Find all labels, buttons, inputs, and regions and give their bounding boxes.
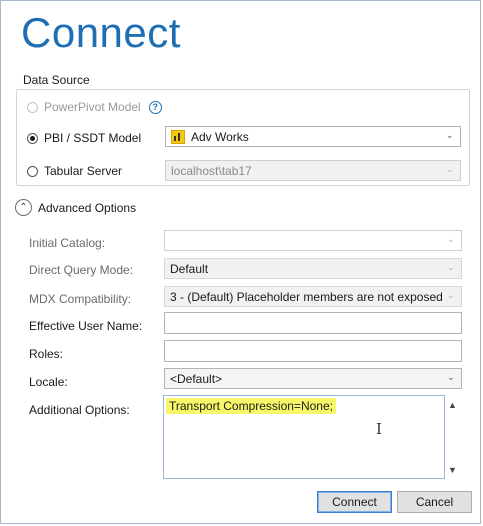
- scroll-down-arrow-icon[interactable]: ▼: [448, 465, 457, 475]
- effective-user-name-input[interactable]: [164, 312, 462, 334]
- data-source-group-label: Data Source: [23, 73, 90, 87]
- tabular-server-combo[interactable]: localhost\tab17 ⌄: [165, 160, 461, 181]
- radio-button[interactable]: [27, 165, 38, 177]
- locale-value: <Default>: [170, 371, 223, 386]
- connect-button[interactable]: Connect: [317, 491, 392, 513]
- chevron-down-icon[interactable]: ⌄: [446, 131, 454, 140]
- chevron-down-icon[interactable]: ⌄: [447, 263, 455, 272]
- connect-dialog: Connect Data Source PowerPivot Model ? P…: [0, 0, 481, 524]
- advanced-options-toggle[interactable]: ⌃ Advanced Options: [15, 199, 136, 216]
- mdx-compatibility-combo[interactable]: 3 - (Default) Placeholder members are no…: [164, 286, 462, 307]
- direct-query-mode-label: Direct Query Mode:: [29, 263, 134, 277]
- direct-query-mode-combo[interactable]: Default ⌄: [164, 258, 462, 279]
- dialog-title: Connect: [21, 9, 181, 56]
- chevron-up-icon[interactable]: ⌃: [15, 199, 32, 216]
- power-bi-icon: [171, 129, 185, 144]
- additional-options-text: Transport Compression=None;: [166, 398, 336, 414]
- radio-pbi-ssdt-model[interactable]: PBI / SSDT Model: [27, 131, 141, 145]
- radio-label: PBI / SSDT Model: [44, 131, 142, 145]
- locale-combo[interactable]: <Default> ⌄: [164, 368, 462, 389]
- chevron-down-icon[interactable]: ⌄: [447, 373, 455, 382]
- text-cursor-icon: I: [376, 420, 382, 438]
- radio-label: PowerPivot Model: [44, 100, 141, 114]
- tabular-server-combo-value: localhost\tab17: [171, 163, 252, 178]
- chevron-down-icon[interactable]: ⌄: [446, 165, 454, 174]
- roles-input[interactable]: [164, 340, 462, 362]
- initial-catalog-combo[interactable]: ⌄: [164, 230, 462, 251]
- radio-powerpivot-model[interactable]: PowerPivot Model ?: [27, 100, 162, 114]
- mdx-compatibility-value: 3 - (Default) Placeholder members are no…: [170, 289, 443, 304]
- chevron-down-icon[interactable]: ⌄: [447, 291, 455, 300]
- radio-button[interactable]: [27, 132, 38, 144]
- advanced-options-label: Advanced Options: [38, 200, 137, 215]
- pbi-model-combo[interactable]: Adv Works ⌄: [165, 126, 461, 147]
- chevron-down-icon[interactable]: ⌄: [447, 235, 455, 244]
- help-circle-icon[interactable]: ?: [148, 100, 162, 114]
- cancel-button[interactable]: Cancel: [397, 491, 472, 513]
- scroll-up-arrow-icon[interactable]: ▲: [448, 400, 457, 410]
- direct-query-mode-value: Default: [170, 261, 209, 276]
- radio-button[interactable]: [27, 101, 38, 113]
- radio-tabular-server[interactable]: Tabular Server: [27, 164, 122, 178]
- locale-label: Locale:: [29, 375, 68, 389]
- pbi-model-combo-value: Adv Works: [191, 129, 249, 144]
- effective-user-name-label: Effective User Name:: [29, 319, 143, 333]
- additional-options-textarea[interactable]: Transport Compression=None; I: [163, 395, 445, 479]
- radio-label: Tabular Server: [44, 164, 123, 178]
- mdx-compatibility-label: MDX Compatibility:: [29, 292, 132, 306]
- initial-catalog-label: Initial Catalog:: [29, 236, 106, 250]
- additional-options-label: Additional Options:: [29, 403, 130, 417]
- roles-label: Roles:: [29, 347, 64, 361]
